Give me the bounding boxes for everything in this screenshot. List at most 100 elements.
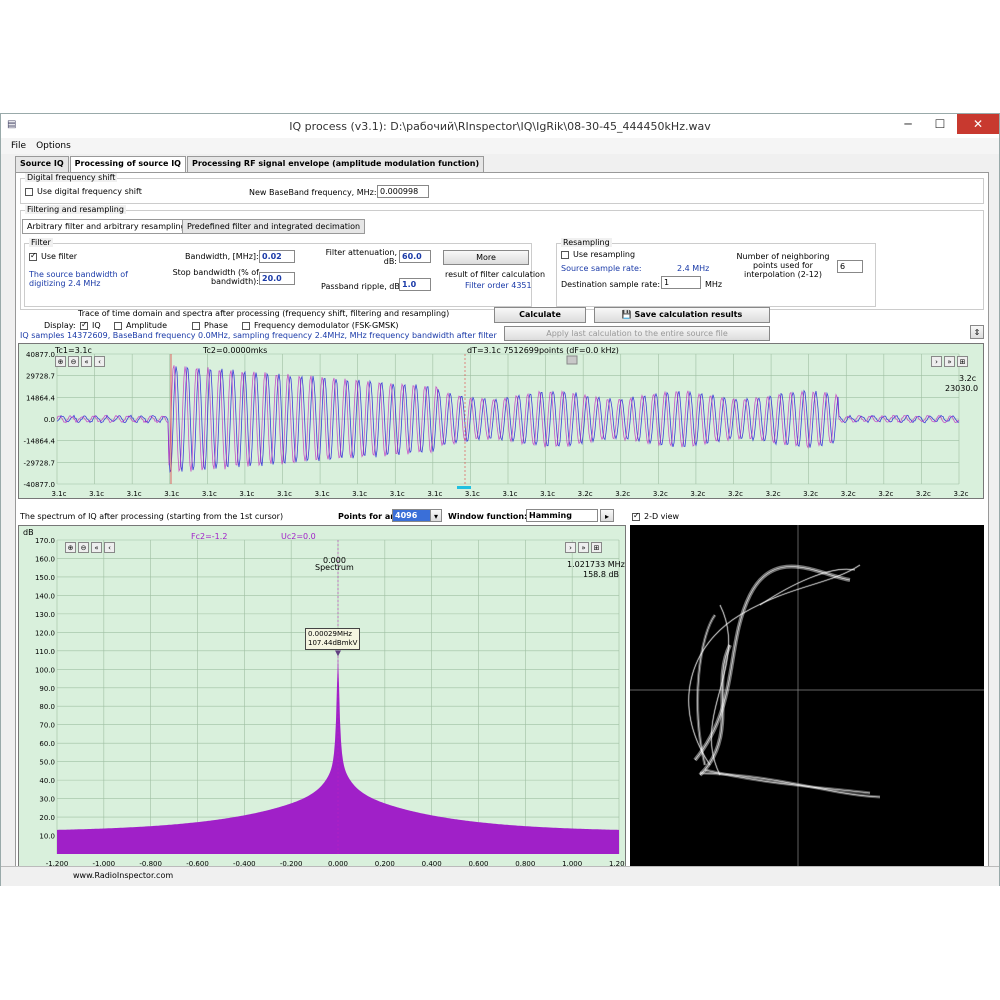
cursor-marker [457, 486, 471, 489]
checkbox-box[interactable] [192, 322, 200, 330]
spec-y-tick-label: 110.0 [35, 648, 55, 656]
chevron-down-icon[interactable]: ▾ [430, 509, 442, 522]
time-x-tick-label: 3.2c [690, 490, 705, 498]
time-y-tick-label: 40877.0 [26, 351, 55, 359]
scroll-thumb [567, 356, 577, 364]
time-x-tick-label: 3.2c [578, 490, 593, 498]
window-title: IQ process (v3.1): D:\рабочий\RInspector… [289, 120, 710, 133]
zoom-out-icon[interactable]: ⊖ [78, 542, 89, 553]
peak-marker-tooltip: 0.00029MHz 107.44dBmkV [305, 628, 360, 650]
time-x-tick-label: 3.1c [89, 490, 104, 498]
title-bar: ▤ IQ process (v3.1): D:\рабочий\RInspect… [1, 114, 999, 138]
display-label: Display: [44, 321, 76, 330]
window-function-label: Window function: [448, 512, 527, 521]
attenuation-input[interactable]: 60.0 [399, 250, 431, 263]
close-button[interactable]: ✕ [957, 114, 999, 134]
calculate-button[interactable]: Calculate [494, 307, 586, 323]
filtering-group-label: Filtering and resampling [25, 205, 126, 214]
checkbox-box[interactable] [561, 251, 569, 259]
spec-y-tick-label: 160.0 [35, 555, 55, 563]
time-x-tick-label: 3.1c [315, 490, 330, 498]
zoom-in-icon[interactable]: ⊕ [65, 542, 76, 553]
use-resampling-checkbox[interactable]: Use resampling [561, 250, 635, 259]
status-bar: www.RadioInspector.com [1, 866, 999, 886]
fast-forward-icon[interactable]: » [944, 356, 955, 367]
time-x-tick-label: 3.2c [954, 490, 969, 498]
tab-rf-envelope[interactable]: Processing RF signal envelope (amplitude… [187, 156, 484, 172]
dst-rate-input[interactable]: 1 [661, 276, 701, 289]
spec-y-tick-label: 170.0 [35, 537, 55, 545]
subtab-arbitrary[interactable]: Arbitrary filter and arbitrary resamplin… [22, 219, 191, 234]
save-results-button[interactable]: 💾 Save calculation results [594, 307, 770, 323]
zoom-full-icon[interactable]: ⊞ [591, 542, 602, 553]
rewind-icon[interactable]: « [91, 542, 102, 553]
dt-label: dT=3.1c 7512699points (dF=0.0 kHz) [467, 346, 619, 355]
step-forward-icon[interactable]: › [565, 542, 576, 553]
attenuation-label: Filter attenuation, dB: [315, 248, 397, 266]
checkbox-box[interactable] [80, 322, 88, 330]
use-shift-checkbox[interactable]: Use digital frequency shift [25, 187, 142, 196]
zoom-out-icon[interactable]: ⊖ [68, 356, 79, 367]
spec-toolbar-right: ›» ⊞ [565, 542, 602, 553]
dst-rate-unit: MHz [705, 280, 722, 289]
checkbox-box[interactable] [114, 322, 122, 330]
shift-group: Digital frequency shift Use digital freq… [20, 178, 984, 204]
more-button[interactable]: More [443, 250, 529, 265]
spec-y-tick-label: 40.0 [39, 777, 55, 785]
expand-icon[interactable]: ⇕ [970, 325, 984, 339]
apply-all-button[interactable]: Apply last calculation to the entire sou… [504, 326, 770, 341]
time-x-tick-label: 3.1c [202, 490, 217, 498]
display-fsk-label: Frequency demodulator (FSK-GMSK) [254, 321, 399, 330]
window-function-select[interactable]: Hamming [526, 509, 598, 522]
menu-options[interactable]: Options [36, 141, 71, 151]
spec-toolbar-left: ⊕ ⊖ «‹ [65, 542, 115, 553]
app-window: ▤ IQ process (v3.1): D:\рабочий\RInspect… [0, 113, 1000, 886]
checkbox-box[interactable] [632, 513, 640, 521]
bandwidth-input[interactable]: 0.02 [259, 250, 295, 263]
maximize-button[interactable]: ☐ [925, 114, 955, 134]
time-x-tick-label: 3.1c [540, 490, 555, 498]
spec-y-tick-label: 30.0 [39, 796, 55, 804]
spec-right-db: 158.8 dB [583, 570, 619, 579]
new-bb-input[interactable]: 0.000998 [377, 185, 429, 198]
display-amplitude-label: Amplitude [126, 321, 167, 330]
step-forward-icon[interactable]: › [931, 356, 942, 367]
time-x-tick-label: 3.1c [427, 490, 442, 498]
uc2-label: Uc2=0.0 [281, 532, 316, 541]
checkbox-box[interactable] [29, 253, 37, 261]
filter-order-text: Filter order 4351 [465, 281, 532, 290]
step-back-icon[interactable]: ‹ [104, 542, 115, 553]
spec-y-tick-label: 120.0 [35, 629, 55, 637]
menu-file[interactable]: File [11, 141, 26, 151]
display-amplitude-checkbox[interactable]: Amplitude [114, 321, 167, 330]
fast-forward-icon[interactable]: » [578, 542, 589, 553]
zoom-in-icon[interactable]: ⊕ [55, 356, 66, 367]
stop-bw-input[interactable]: 20.0 [259, 272, 295, 285]
minimize-button[interactable]: ─ [893, 114, 923, 134]
time-x-tick-label: 3.1c [277, 490, 292, 498]
view2d-checkbox[interactable]: 2-D view [632, 512, 679, 521]
display-phase-checkbox[interactable]: Phase [192, 321, 228, 330]
subtab-predefined[interactable]: Predefined filter and integrated decimat… [182, 219, 365, 234]
display-iq-checkbox[interactable]: IQ [80, 321, 101, 330]
ripple-input[interactable]: 1.0 [399, 278, 431, 291]
time-x-tick-label: 3.1c [390, 490, 405, 498]
rewind-icon[interactable]: « [81, 356, 92, 367]
spec-y-tick-label: 60.0 [39, 740, 55, 748]
step-back-icon[interactable]: ‹ [94, 356, 105, 367]
tab-processing[interactable]: Processing of source IQ [70, 156, 186, 173]
spec-y-tick-label: 150.0 [35, 574, 55, 582]
time-y-tick-label: -40877.0 [24, 481, 55, 489]
neighbors-input[interactable]: 6 [837, 260, 863, 273]
display-fsk-checkbox[interactable]: Frequency demodulator (FSK-GMSK) [242, 321, 399, 330]
zoom-full-icon[interactable]: ⊞ [957, 356, 968, 367]
use-filter-checkbox[interactable]: Use filter [29, 252, 77, 261]
tab-source-iq[interactable]: Source IQ [15, 156, 69, 172]
checkbox-box[interactable] [25, 188, 33, 196]
marker-freq: 0.00029MHz [308, 630, 357, 639]
spectrum-plot[interactable]: 170.0 160.0 150.0 140.0 130.0 120.0 110.0 100.0… [18, 525, 626, 871]
checkbox-box[interactable] [242, 322, 250, 330]
iq-vector-view[interactable] [630, 525, 984, 871]
apply-icon[interactable]: ▸ [600, 509, 614, 522]
time-plot[interactable]: 40877.0 29728.7 14864.4 0.0 -14864.4 -29728.7… [18, 343, 984, 499]
